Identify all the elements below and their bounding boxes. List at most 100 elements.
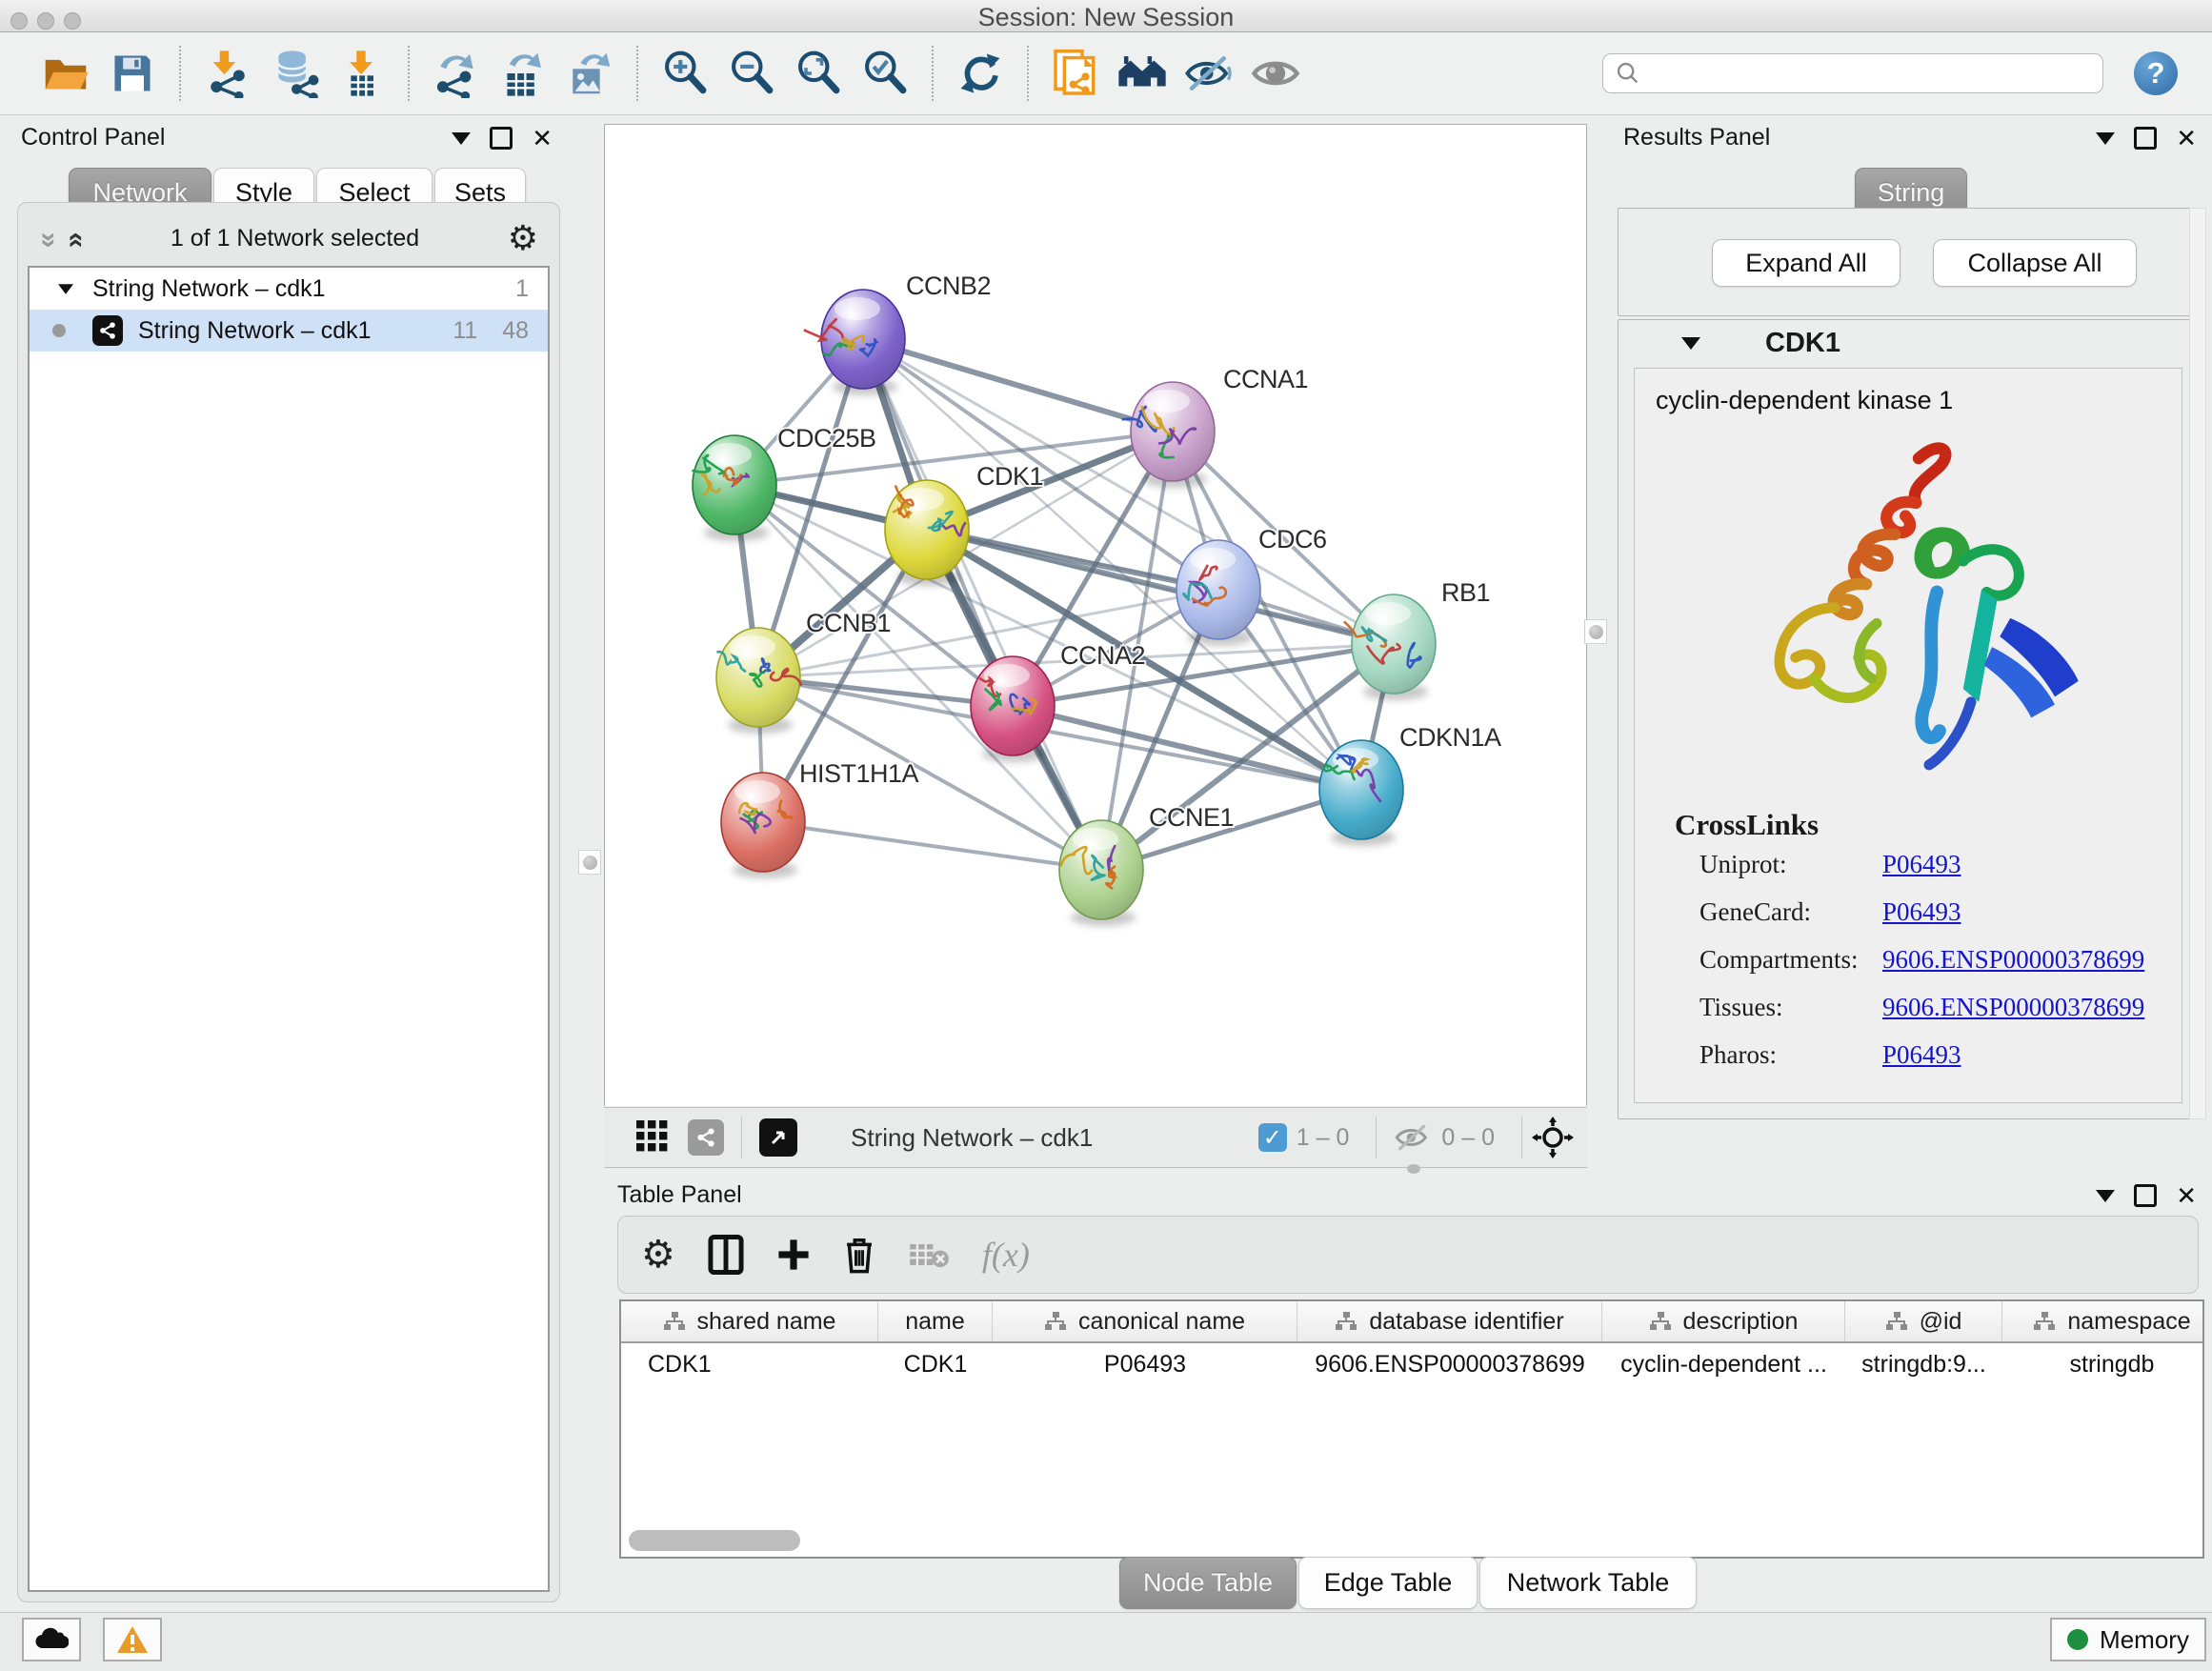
- collection-network-count: 1: [515, 275, 529, 303]
- float-panel-icon[interactable]: [490, 127, 513, 150]
- delete-table-icon[interactable]: [908, 1239, 950, 1270]
- column-type-icon: [1649, 1311, 1672, 1332]
- refresh-view-button[interactable]: [953, 45, 1008, 102]
- memory-button[interactable]: Memory: [2050, 1618, 2206, 1661]
- birds-eye-view-icon[interactable]: [759, 1118, 797, 1157]
- network-node-ccne1[interactable]: CCNE1: [1059, 803, 1234, 926]
- show-all-button[interactable]: [1248, 45, 1303, 102]
- column-header[interactable]: namespace: [2002, 1301, 2204, 1341]
- tab-edge-table[interactable]: Edge Table: [1298, 1557, 1478, 1609]
- network-node-hist1h1a[interactable]: HIST1H1A: [721, 759, 919, 878]
- network-node-cdc6[interactable]: CDC6: [1176, 525, 1327, 646]
- import-table-file-button[interactable]: [333, 45, 389, 102]
- close-panel-icon[interactable]: ✕: [2176, 126, 2197, 151]
- column-header[interactable]: canonical name: [993, 1301, 1297, 1341]
- help-button[interactable]: ?: [2134, 51, 2178, 95]
- export-image-button[interactable]: [562, 45, 617, 102]
- tab-node-table[interactable]: Node Table: [1119, 1557, 1297, 1609]
- expand-all-button[interactable]: Expand All: [1712, 239, 1900, 287]
- import-network-database-button[interactable]: [267, 45, 322, 102]
- node-label-hist1h1a: HIST1H1A: [799, 759, 919, 788]
- network-collection-label: String Network – cdk1: [92, 275, 326, 303]
- network-node-rb1[interactable]: RB1: [1344, 578, 1490, 700]
- collapse-all-button[interactable]: Collapse All: [1933, 239, 2137, 287]
- node-label-cdc6: CDC6: [1258, 525, 1327, 554]
- save-session-button[interactable]: [105, 45, 160, 102]
- network-share-icon: [211, 70, 244, 98]
- tab-network-table[interactable]: Network Table: [1479, 1557, 1697, 1609]
- column-header[interactable]: shared name: [621, 1301, 878, 1341]
- float-panel-icon[interactable]: [2134, 1184, 2157, 1207]
- network-canvas[interactable]: CCNB2CCNA1CDC25BCDK1CDC6RB1CCNB1CCNA2CDK…: [604, 124, 1587, 1106]
- column-header[interactable]: name: [878, 1301, 993, 1341]
- warnings-button[interactable]: [103, 1618, 162, 1661]
- export-network-button[interactable]: [429, 45, 484, 102]
- warning-icon: [116, 1625, 149, 1654]
- table-options-gear-icon[interactable]: ⚙: [641, 1236, 675, 1274]
- table-panel: Table Panel ✕ ⚙ f(x): [604, 1174, 2212, 1612]
- network-options-gear-icon[interactable]: ⚙: [508, 221, 538, 255]
- protein-header[interactable]: CDK1: [1619, 320, 2198, 366]
- function-builder-icon[interactable]: f(x): [982, 1235, 1030, 1275]
- crosslink-link[interactable]: P06493: [1882, 850, 1961, 879]
- hide-selected-button[interactable]: [1181, 45, 1237, 102]
- network-node-cdkn1a[interactable]: CDKN1A: [1319, 723, 1501, 846]
- open-session-button[interactable]: [38, 45, 93, 102]
- string-protein-query-button[interactable]: [1048, 45, 1103, 102]
- table-header-row: shared name name canonical name database…: [621, 1301, 2202, 1343]
- network-label: String Network – cdk1: [138, 317, 372, 345]
- collapse-panel-icon[interactable]: [2096, 1190, 2115, 1202]
- fit-content-button[interactable]: [791, 45, 846, 102]
- create-column-icon[interactable]: [776, 1238, 811, 1272]
- results-scrollbar[interactable]: [2189, 208, 2206, 1119]
- center-view-crosshair-icon[interactable]: [1532, 1117, 1574, 1158]
- left-splitter-handle[interactable]: [578, 850, 601, 875]
- close-panel-icon[interactable]: ✕: [532, 126, 553, 151]
- network-graph[interactable]: CCNB2CCNA1CDC25BCDK1CDC6RB1CCNB1CCNA2CDK…: [605, 125, 1586, 1106]
- horizontal-scrollbar[interactable]: [629, 1530, 800, 1551]
- protein-structure-image: [1699, 421, 2118, 802]
- collapse-panel-icon[interactable]: [2096, 132, 2115, 145]
- results-panel-title: Results Panel: [1623, 124, 1770, 151]
- column-type-icon: [2033, 1311, 2056, 1332]
- float-panel-icon[interactable]: [2134, 127, 2157, 150]
- search-input[interactable]: [1602, 53, 2103, 93]
- close-panel-icon[interactable]: ✕: [2176, 1183, 2197, 1208]
- right-splitter-handle[interactable]: [1584, 619, 1607, 644]
- selected-indicator-checkbox[interactable]: ✓: [1258, 1123, 1287, 1152]
- show-columns-icon[interactable]: [708, 1235, 744, 1275]
- network-collection-row[interactable]: String Network – cdk1 1: [30, 268, 548, 310]
- string-home-button[interactable]: [1115, 45, 1170, 102]
- crosslink-link[interactable]: P06493: [1882, 897, 1961, 927]
- collapse-protein-icon[interactable]: [1681, 337, 1700, 350]
- crosslink-row: Tissues: 9606.ENSP00000378699: [1699, 993, 2182, 1022]
- table-row[interactable]: CDK1 CDK1 P06493 9606.ENSP00000378699 cy…: [621, 1343, 2202, 1385]
- crosslink-link[interactable]: 9606.ENSP00000378699: [1882, 993, 2144, 1022]
- column-header[interactable]: database identifier: [1297, 1301, 1602, 1341]
- zoom-out-button[interactable]: [724, 45, 779, 102]
- cloud-status-button[interactable]: [22, 1618, 81, 1661]
- grid-view-icon[interactable]: [636, 1120, 671, 1155]
- title-bar: Session: New Session: [0, 0, 2212, 32]
- column-header[interactable]: @id: [1845, 1301, 2002, 1341]
- column-header[interactable]: description: [1602, 1301, 1845, 1341]
- node-table[interactable]: shared name name canonical name database…: [619, 1299, 2204, 1559]
- expand-all-networks-icon[interactable]: «: [60, 232, 92, 245]
- crosslink-link[interactable]: 9606.ENSP00000378699: [1882, 945, 2144, 975]
- memory-label: Memory: [2100, 1625, 2189, 1655]
- collapse-panel-icon[interactable]: [452, 132, 471, 145]
- toolbar-separator: [1376, 1117, 1377, 1158]
- collapse-tree-icon[interactable]: [58, 284, 73, 293]
- network-row-selected[interactable]: String Network – cdk1 11 48: [30, 310, 548, 352]
- zoom-in-button[interactable]: [657, 45, 713, 102]
- import-network-file-button[interactable]: [200, 45, 255, 102]
- crosslink-link[interactable]: P06493: [1882, 1040, 1961, 1070]
- network-node-ccna1[interactable]: CCNA1: [1122, 365, 1308, 488]
- export-table-button[interactable]: [495, 45, 551, 102]
- crosslinks-title: CrossLinks: [1675, 808, 2182, 842]
- edge-count: 48: [502, 317, 529, 345]
- network-share-view-icon[interactable]: [688, 1119, 724, 1156]
- delete-column-icon[interactable]: [843, 1236, 875, 1274]
- zoom-selected-button[interactable]: [857, 45, 913, 102]
- horizontal-splitter-handle[interactable]: [1407, 1164, 1420, 1174]
